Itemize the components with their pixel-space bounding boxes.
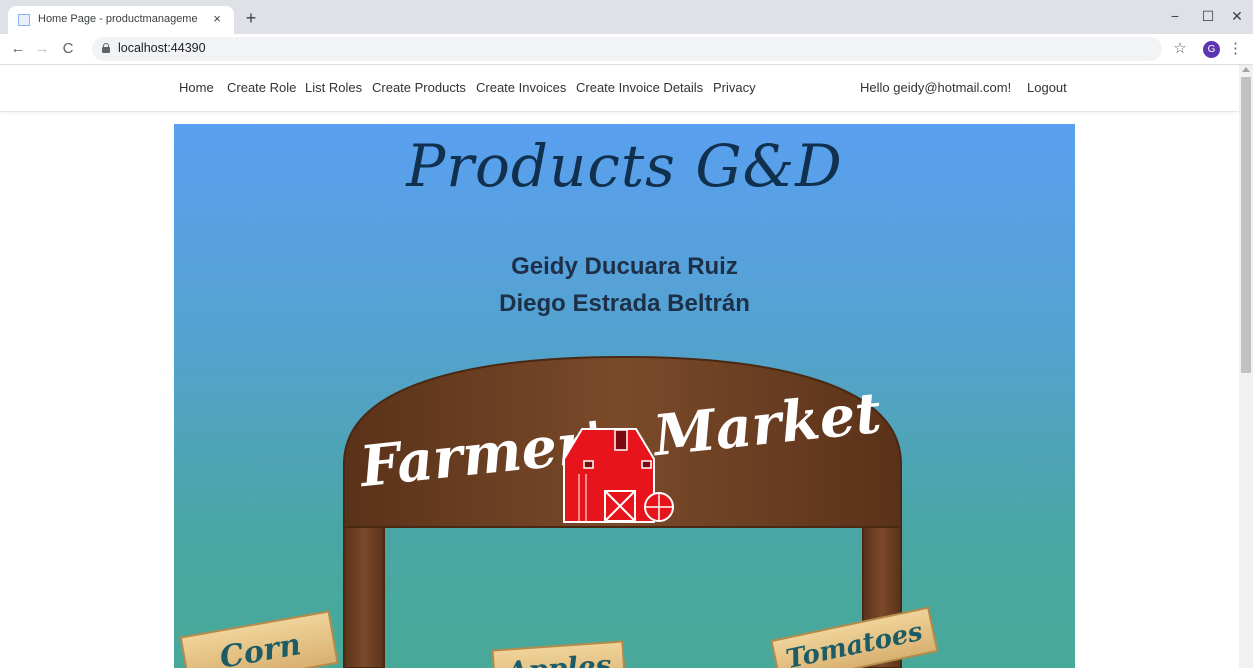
- user-greeting-link[interactable]: Hello geidy@hotmail.com!: [860, 80, 1011, 95]
- logout-link[interactable]: Logout: [1027, 80, 1067, 95]
- tab-title: Home Page - productmanageme: [38, 13, 198, 25]
- corn-crate-sign: Corn: [179, 610, 339, 668]
- scroll-up-arrow-icon[interactable]: [1242, 67, 1250, 72]
- lock-icon: [102, 43, 110, 53]
- browser-tab[interactable]: Home Page - productmanageme ×: [8, 6, 234, 34]
- page-viewport: Home Create Role List Roles Create Produ…: [0, 65, 1239, 668]
- hero-banner: Products G&D Geidy Ducuara Ruiz Diego Es…: [174, 124, 1075, 668]
- nav-link-create-invoices[interactable]: Create Invoices: [476, 80, 566, 95]
- bookmark-star-icon[interactable]: ☆: [1170, 39, 1190, 59]
- nav-link-home[interactable]: Home: [179, 80, 214, 95]
- browser-toolbar: ← → C localhost:44390 ☆ G ⋮: [0, 34, 1253, 65]
- left-post: [343, 526, 385, 668]
- page-icon: [18, 14, 30, 26]
- scrollbar-thumb[interactable]: [1241, 77, 1251, 373]
- minimize-icon[interactable]: −: [1160, 6, 1190, 26]
- nav-link-create-products[interactable]: Create Products: [372, 80, 466, 95]
- back-arrow-icon[interactable]: ←: [8, 39, 28, 59]
- nav-link-create-invoice-details[interactable]: Create Invoice Details: [576, 80, 703, 95]
- apples-crate-sign: Apples: [491, 640, 627, 668]
- tomatoes-crate-sign: Tomatoes: [770, 606, 939, 668]
- new-tab-button[interactable]: +: [240, 8, 262, 28]
- profile-avatar[interactable]: G: [1203, 41, 1220, 58]
- browser-tab-strip: Home Page - productmanageme × + − ☐ ✕: [0, 0, 1253, 34]
- farmers-market-illustration: Farmer's Market Corn Tomatoes: [179, 355, 939, 668]
- nav-link-privacy[interactable]: Privacy: [713, 80, 756, 95]
- page-scrollbar[interactable]: [1239, 65, 1253, 668]
- close-tab-icon[interactable]: ×: [209, 11, 225, 27]
- restore-icon[interactable]: ☐: [1193, 6, 1223, 26]
- reload-icon[interactable]: C: [58, 39, 78, 59]
- close-window-icon[interactable]: ✕: [1222, 6, 1252, 26]
- address-bar[interactable]: localhost:44390: [92, 37, 1162, 61]
- forward-arrow-icon[interactable]: →: [32, 39, 52, 59]
- kebab-menu-icon[interactable]: ⋮: [1228, 39, 1243, 59]
- url-text: localhost:44390: [118, 41, 206, 55]
- nav-link-list-roles[interactable]: List Roles: [305, 80, 362, 95]
- site-navbar: Home Create Role List Roles Create Produ…: [0, 65, 1239, 112]
- nav-link-create-role[interactable]: Create Role: [227, 80, 296, 95]
